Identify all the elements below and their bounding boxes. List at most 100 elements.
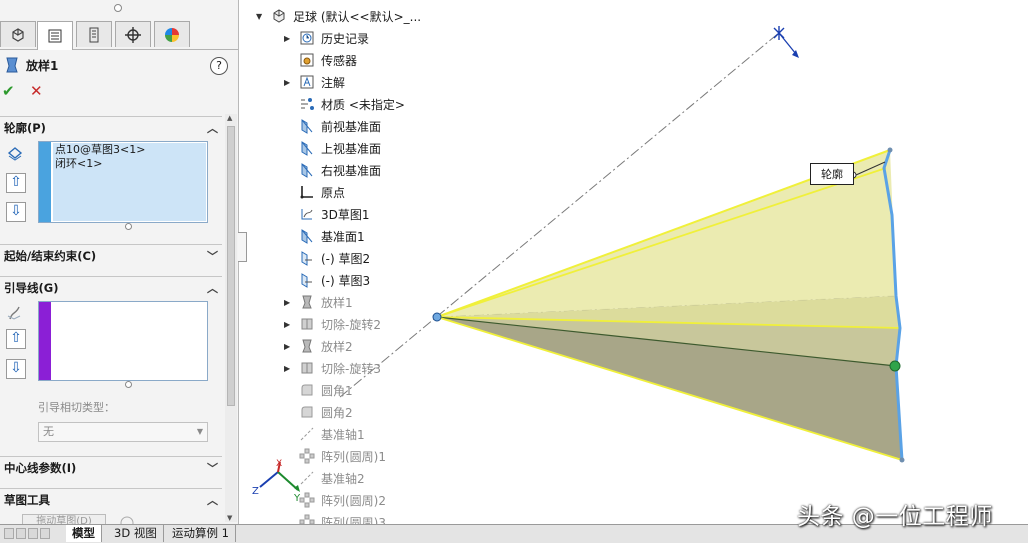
loft-point-profile[interactable]: [432, 312, 442, 322]
tree-item[interactable]: 基准轴2: [284, 467, 365, 489]
panel-scrollbar[interactable]: ▲ ▼: [225, 114, 237, 522]
tree-item[interactable]: (-) 草图3: [284, 269, 370, 291]
property-manager-icon: [48, 29, 62, 43]
origin-icon: [298, 183, 316, 201]
guide-point-marker[interactable]: [889, 360, 901, 372]
tree-item[interactable]: 右视基准面: [284, 159, 381, 181]
tree-item[interactable]: 基准轴1: [284, 423, 365, 445]
tree-item-label: 材质 <未指定>: [321, 97, 405, 112]
tree-item[interactable]: ▶ 切除-旋转3: [284, 357, 381, 379]
cut-revolve-icon: [298, 315, 316, 333]
panel-grip[interactable]: [114, 4, 122, 12]
move-up-button[interactable]: ⇧: [6, 173, 26, 193]
tree-item[interactable]: 阵列(圆周)1: [284, 445, 386, 467]
tree-item-label: 传感器: [321, 53, 358, 68]
tree-item[interactable]: 3D草图1: [284, 203, 370, 225]
tree-item[interactable]: (-) 草图2: [284, 247, 370, 269]
feature-title-row: 放样1: [4, 56, 58, 74]
tree-item-label: 阵列(圆周)2: [321, 493, 386, 508]
cancel-button[interactable]: ✕: [30, 82, 43, 100]
tree-item[interactable]: ▶ 注解: [284, 71, 345, 93]
tab-display-manager[interactable]: [154, 21, 190, 47]
guide-curve-list[interactable]: [38, 301, 208, 381]
chevron-down-icon: ﹀: [207, 249, 218, 263]
move-down-button[interactable]: ⇩: [6, 359, 26, 379]
move-up-button[interactable]: ⇧: [6, 329, 26, 349]
next-tab-icon[interactable]: [28, 528, 38, 539]
tree-item-label: 3D草图1: [321, 207, 370, 222]
guide-section-header[interactable]: 引导线(G) ︿: [0, 276, 222, 298]
tree-item-label: 基准轴1: [321, 427, 365, 442]
chevron-down-icon: ▼: [196, 427, 203, 436]
expand-arrow-icon[interactable]: ▶: [284, 320, 294, 329]
loft-icon: [298, 337, 316, 355]
help-icon[interactable]: ?: [210, 57, 228, 75]
centerline-section-header[interactable]: 中心线参数(I) ﹀: [0, 456, 222, 478]
scrollbar-thumb[interactable]: [227, 126, 235, 406]
tree-item[interactable]: 原点: [284, 181, 345, 203]
resize-handle[interactable]: [125, 381, 132, 388]
expand-arrow-icon[interactable]: ▶: [284, 364, 294, 373]
profile-section-header[interactable]: 轮廓(P) ︿: [0, 116, 222, 138]
move-down-button[interactable]: ⇩: [6, 202, 26, 222]
triad-z-label: Z: [252, 486, 259, 497]
guide-list-area: [53, 303, 206, 379]
profile-vertex[interactable]: [899, 457, 905, 463]
property-manager: 放样1 ? ✔ ✕ 轮廓(P) ︿ ⇧ ⇩ 点10@草图3<1> 闭环<1> 起…: [0, 0, 239, 524]
tree-item[interactable]: 圆角2: [284, 401, 353, 423]
tab-3d-view[interactable]: 3D 视图: [108, 525, 164, 542]
tree-item[interactable]: 前视基准面: [284, 115, 381, 137]
chevron-up-icon: ︿: [207, 493, 218, 507]
list-item[interactable]: 点10@草图3<1>: [53, 143, 206, 157]
profile-section-title: 轮廓(P): [4, 120, 46, 135]
expand-arrow-icon[interactable]: ▶: [284, 342, 294, 351]
profile-vertex[interactable]: [887, 147, 893, 153]
tree-item[interactable]: ▶ 切除-旋转2: [284, 313, 381, 335]
expand-arrow-icon[interactable]: ▶: [284, 78, 294, 87]
pattern-icon: [298, 491, 316, 509]
sketch-icon: [298, 249, 316, 267]
tab-model[interactable]: 模型: [66, 525, 102, 542]
history-icon: [298, 29, 316, 47]
scroll-up-icon[interactable]: ▲: [227, 114, 232, 122]
pattern-icon: [298, 447, 316, 465]
tab-configuration-manager[interactable]: [76, 21, 112, 47]
tree-item-label: 基准轴2: [321, 471, 365, 486]
tab-dimxpert-manager[interactable]: [115, 21, 151, 47]
tree-item[interactable]: 阵列(圆周)2: [284, 489, 386, 511]
expand-arrow-icon[interactable]: ▶: [284, 34, 294, 43]
resize-handle[interactable]: [125, 223, 132, 230]
tree-item[interactable]: 传感器: [284, 49, 357, 71]
tree-item[interactable]: ▶ 放样1: [284, 291, 353, 313]
scroll-down-icon[interactable]: ▼: [227, 514, 232, 522]
tree-item[interactable]: 材质 <未指定>: [284, 93, 405, 115]
tab-feature-manager[interactable]: [0, 21, 36, 47]
tab-property-manager[interactable]: [37, 21, 73, 50]
crosshair-icon: [125, 26, 141, 43]
sketch-tools-section-header[interactable]: 草图工具 ︿: [0, 488, 222, 510]
last-tab-icon[interactable]: [40, 528, 50, 539]
tree-item-label: 前视基准面: [321, 119, 382, 134]
drag-sketch-button[interactable]: 拖动草图(D): [22, 514, 106, 524]
tree-item[interactable]: 圆角1: [284, 379, 353, 401]
collapse-arrow-icon[interactable]: ▼: [256, 12, 266, 21]
ok-button[interactable]: ✔: [2, 82, 15, 100]
tree-item[interactable]: ▶ 历史记录: [284, 27, 369, 49]
axis-icon: [298, 425, 316, 443]
start-end-section-header[interactable]: 起始/结束约束(C) ﹀: [0, 244, 222, 266]
guide-color-bar: [39, 302, 51, 380]
profile-callout-label[interactable]: 轮廓: [810, 163, 854, 185]
tree-item[interactable]: ▶ 放样2: [284, 335, 353, 357]
tree-item[interactable]: 上视基准面: [284, 137, 381, 159]
tab-motion-study[interactable]: 运动算例 1: [166, 525, 236, 542]
profile-list[interactable]: 点10@草图3<1> 闭环<1>: [38, 141, 208, 223]
list-item[interactable]: 闭环<1>: [53, 157, 206, 171]
tree-root[interactable]: ▼ 足球 (默认<<默认>_...: [256, 5, 421, 27]
tangency-type-select[interactable]: 无 ▼: [38, 422, 208, 442]
tree-item[interactable]: 基准面1: [284, 225, 365, 247]
first-tab-icon[interactable]: [4, 528, 14, 539]
prev-tab-icon[interactable]: [16, 528, 26, 539]
sketch-tool-icon: [120, 516, 134, 524]
expand-arrow-icon[interactable]: ▶: [284, 298, 294, 307]
centerline-section-title: 中心线参数(I): [4, 460, 77, 475]
